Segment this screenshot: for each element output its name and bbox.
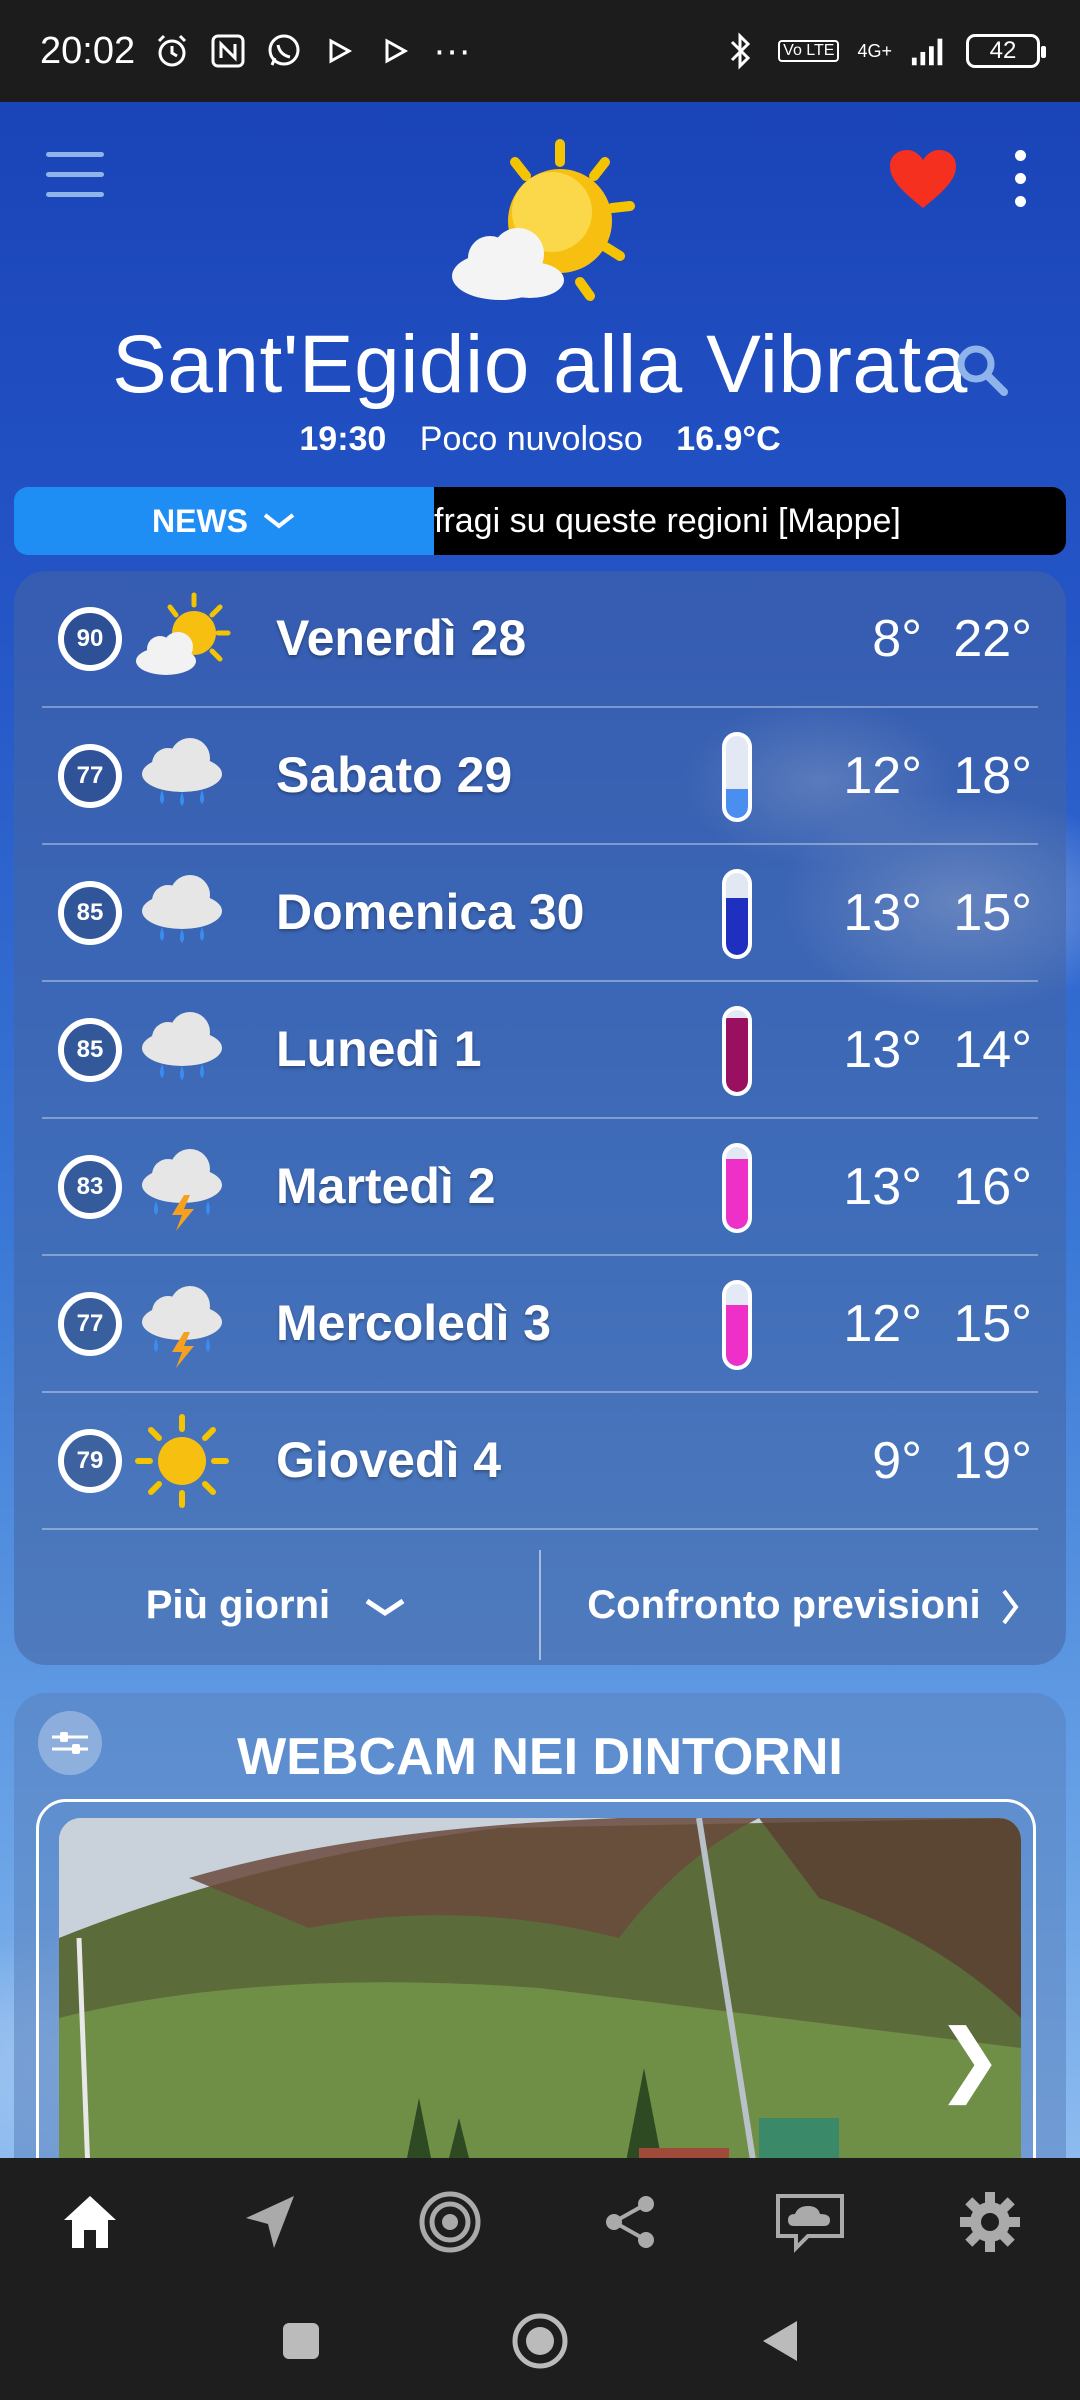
radar-icon[interactable] [412,2184,488,2260]
status-time: 20:02 [40,29,136,72]
settings-gear-icon[interactable] [952,2184,1028,2260]
current-condition: Poco nuvoloso [419,420,643,458]
current-weather-sun-cloud-icon [440,136,640,316]
current-time: 19:30 [299,420,387,458]
forecast-day: Giovedì 4 [276,1432,502,1488]
reliability-badge: 90 [58,607,122,671]
compare-forecasts-button[interactable]: Confronto previsioni [541,1583,1066,1628]
home-button[interactable] [511,2312,569,2375]
forecast-row[interactable]: 77 Sabato 29 12° 18° [42,708,1038,845]
reliability-badge: 77 [58,744,122,808]
temp-max: 16° [953,1158,1032,1216]
more-options-icon[interactable] [1008,150,1032,210]
news-ticker-text[interactable]: fragi su queste regioni [Mappe] [434,487,1066,555]
news-ticker[interactable]: NEWS fragi su queste regioni [Mappe] [14,487,1066,555]
reliability-badge: 85 [58,1018,122,1082]
rain-cloud-icon [132,865,232,961]
forecast-row[interactable]: 90 Venerdì 28 8° 22° [42,571,1038,708]
status-bar: 20:02 ··· Vo LTE 4G+ 42 [0,0,1080,102]
temp-min: 8° [872,610,922,668]
home-icon[interactable] [52,2184,128,2260]
forecast-day: Lunedì 1 [276,1021,482,1077]
nfc-icon [209,32,247,70]
webcam-frame: ❯ [36,1799,1036,2193]
forecast-card: 90 Venerdì 28 8° 22° 77 Sabato 29 12° 18° 85 Dome… [14,571,1066,1665]
network-type: 4G+ [857,40,892,61]
system-navigation [0,2286,1080,2400]
temp-max: 15° [953,884,1032,942]
forecast-row[interactable]: 85 Lunedì 1 13° 14° [42,982,1038,1119]
play-store-icon-2 [377,32,415,70]
temp-max: 22° [953,610,1032,668]
news-label: NEWS [152,502,248,539]
more-notifications: ··· [433,29,472,72]
compare-label: Confronto previsioni [587,1582,981,1627]
precipitation-gauge [722,732,752,822]
reliability-badge: 79 [58,1429,122,1493]
forecast-day: Mercoledì 3 [276,1295,552,1351]
more-days-label: Più giorni [145,1582,331,1627]
search-icon[interactable] [952,340,1010,398]
forecast-day: Sabato 29 [276,747,513,803]
weather-chat-icon[interactable] [772,2184,848,2260]
share-icon[interactable] [592,2184,668,2260]
signal-icon [910,32,948,70]
temp-min: 9° [872,1432,922,1490]
temp-max: 15° [953,1295,1032,1353]
current-conditions: 19:30 Poco nuvoloso 16.9°C [0,420,1080,459]
reliability-badge: 77 [58,1292,122,1356]
temp-min: 12° [843,1295,922,1353]
menu-icon[interactable] [46,152,104,200]
location-arrow-icon[interactable] [232,2184,308,2260]
reliability-badge: 85 [58,881,122,945]
forecast-row[interactable]: 77 Mercoledì 3 12° 15° [42,1256,1038,1393]
forecast-row[interactable]: 79 Giovedì 4 9° 19° [42,1393,1038,1530]
back-button[interactable] [759,2319,799,2368]
storm-cloud-icon [132,1139,232,1235]
chevron-right-icon [1002,1589,1019,1625]
favorite-heart-icon[interactable] [888,148,958,212]
rain-cloud-icon [132,728,232,824]
temp-min: 13° [843,1021,922,1079]
current-temperature: 16.9°C [676,420,781,458]
reliability-badge: 83 [58,1155,122,1219]
volte-badge: Vo LTE [778,40,840,62]
alarm-icon [153,32,191,70]
more-days-button[interactable]: Più giorni [14,1583,539,1628]
play-store-icon [321,32,359,70]
forecast-day: Martedì 2 [276,1158,496,1214]
chevron-down-icon [263,513,295,529]
forecast-card-footer: Più giorni Confronto previsioni [14,1545,1066,1665]
precipitation-gauge [722,1280,752,1370]
temp-max: 18° [953,747,1032,805]
webcam-title: WEBCAM NEI DINTORNI [237,1728,843,1786]
forecast-row[interactable]: 83 Martedì 2 13° 16° [42,1119,1038,1256]
sun-cloud-icon [132,591,232,687]
temp-max: 19° [953,1432,1032,1490]
battery-indicator: 42 [966,34,1046,68]
webcam-next-icon[interactable]: ❯ [936,2012,1003,2105]
bottom-navigation [0,2158,1080,2286]
temp-min: 13° [843,1158,922,1216]
rain-cloud-icon [132,1002,232,1098]
bluetooth-icon [722,32,760,70]
precipitation-gauge [722,1006,752,1096]
temp-min: 12° [843,747,922,805]
forecast-day: Venerdì 28 [276,610,527,666]
city-name[interactable]: Sant'Egidio alla Vibrata [0,318,1080,412]
precipitation-gauge [722,869,752,959]
webcam-image[interactable] [59,1818,1021,2193]
storm-cloud-icon [132,1276,232,1372]
temp-min: 13° [843,884,922,942]
webcam-card: WEBCAM NEI DINTORNI ❯ [14,1693,1066,2193]
temp-max: 14° [953,1021,1032,1079]
forecast-row[interactable]: 85 Domenica 30 13° 15° [42,845,1038,982]
news-tag[interactable]: NEWS [14,487,434,555]
chevron-down-icon [365,1598,405,1616]
recents-button[interactable] [281,2321,321,2366]
sun-icon [132,1413,232,1509]
whatsapp-icon [265,32,303,70]
precipitation-gauge [722,1143,752,1233]
forecast-day: Domenica 30 [276,884,585,940]
